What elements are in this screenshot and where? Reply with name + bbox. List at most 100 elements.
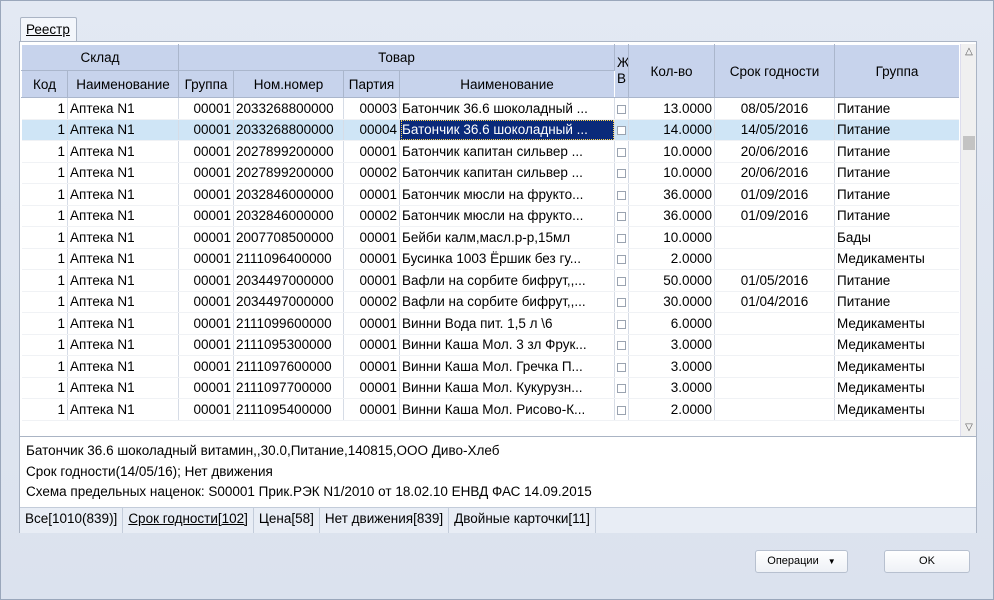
cell-zhv[interactable] [614, 312, 630, 335]
checkbox-zhv[interactable] [617, 319, 627, 329]
cell-zhv[interactable] [614, 377, 630, 399]
cell-group[interactable]: Медикаменты [834, 248, 959, 270]
header-group-sklad[interactable]: Склад [21, 44, 180, 71]
header-zhv[interactable]: Ж В [614, 44, 630, 98]
cell-srok[interactable] [714, 312, 836, 335]
cell-qty[interactable]: 3.0000 [628, 334, 716, 356]
cell-sklad[interactable]: Аптека N1 [67, 140, 180, 163]
cell-partiya[interactable]: 00001 [343, 140, 401, 163]
cell-srok[interactable]: 20/06/2016 [714, 162, 836, 184]
cell-name[interactable]: Винни Вода пит. 1,5 л \6 [399, 312, 616, 335]
chevron-down-icon[interactable]: ▽ [961, 420, 977, 436]
cell-srok[interactable] [714, 398, 836, 421]
vertical-scrollbar[interactable]: △ ▽ [960, 44, 976, 436]
cell-srok[interactable]: 14/05/2016 [714, 119, 836, 141]
cell-sklad[interactable]: Аптека N1 [67, 162, 180, 184]
cell-zhv[interactable] [614, 248, 630, 270]
cell-partiya[interactable]: 00001 [343, 269, 401, 292]
cell-kod[interactable]: 1 [21, 269, 68, 292]
cell-srok[interactable]: 01/09/2016 [714, 183, 836, 206]
cell-kod[interactable]: 1 [21, 140, 68, 163]
cell-qty[interactable]: 3.0000 [628, 355, 716, 378]
cell-sklad[interactable]: Аптека N1 [67, 97, 180, 120]
cell-group[interactable]: Питание [834, 205, 959, 227]
cell-group[interactable]: Питание [834, 140, 959, 163]
cell-grp[interactable]: 00001 [178, 140, 235, 163]
header-kolvo[interactable]: Кол-во [628, 44, 716, 98]
cell-grp[interactable]: 00001 [178, 183, 235, 206]
checkbox-zhv[interactable] [617, 169, 627, 179]
table-row[interactable]: 1 Аптека N1 00001 2034497000000 00001 Вафли н… [21, 269, 959, 292]
cell-sklad[interactable]: Аптека N1 [67, 248, 180, 270]
cell-srok[interactable]: 01/09/2016 [714, 205, 836, 227]
table-row[interactable]: 1 Аптека N1 00001 2111097600000 00001 Винни К… [21, 355, 959, 378]
cell-zhv[interactable] [614, 226, 630, 249]
cell-nom[interactable]: 2111097700000 [233, 377, 345, 399]
header-naim-tovar[interactable]: Наименование [399, 70, 616, 98]
cell-zhv[interactable] [614, 140, 630, 163]
cell-partiya[interactable]: 00001 [343, 377, 401, 399]
cell-kod[interactable]: 1 [21, 334, 68, 356]
cell-partiya[interactable]: 00001 [343, 226, 401, 249]
cell-qty[interactable]: 10.0000 [628, 162, 716, 184]
cell-grp[interactable]: 00001 [178, 226, 235, 249]
table-row[interactable]: 1 Аптека N1 00001 2032846000000 00001 Батончи… [21, 183, 959, 206]
cell-zhv[interactable] [614, 162, 630, 184]
cell-group[interactable]: Бады [834, 226, 959, 249]
cell-zhv[interactable] [614, 269, 630, 292]
cell-partiya[interactable]: 00001 [343, 312, 401, 335]
cell-name[interactable]: Винни Каша Мол. Кукурузн... [399, 377, 616, 399]
checkbox-zhv[interactable] [617, 126, 627, 136]
cell-srok[interactable]: 01/05/2016 [714, 269, 836, 292]
cell-kod[interactable]: 1 [21, 291, 68, 313]
cell-sklad[interactable]: Аптека N1 [67, 119, 180, 141]
cell-partiya[interactable]: 00001 [343, 248, 401, 270]
filter-tab-no-movement[interactable]: Нет движения[839] [320, 508, 450, 533]
cell-grp[interactable]: 00001 [178, 162, 235, 184]
cell-zhv[interactable] [614, 355, 630, 378]
registry-grid[interactable]: Склад Товар Ж В Кол-во Срок годности Гру… [21, 44, 959, 464]
cell-grp[interactable]: 00001 [178, 398, 235, 421]
cell-name[interactable]: Вафли на сорбите бифрут,,... [399, 291, 616, 313]
cell-nom[interactable]: 2032846000000 [233, 205, 345, 227]
cell-name[interactable]: Батончик 36.6 шоколадный ... [399, 97, 616, 120]
cell-qty[interactable]: 10.0000 [628, 226, 716, 249]
cell-sklad[interactable]: Аптека N1 [67, 269, 180, 292]
cell-zhv[interactable] [614, 183, 630, 206]
cell-kod[interactable]: 1 [21, 119, 68, 141]
checkbox-zhv[interactable] [617, 341, 627, 351]
cell-partiya[interactable]: 00002 [343, 162, 401, 184]
table-row[interactable]: 1 Аптека N1 00001 2007708500000 00001 Бейби к… [21, 226, 959, 249]
cell-qty[interactable]: 6.0000 [628, 312, 716, 335]
cell-name[interactable]: Батончик мюсли на фрукто... [399, 205, 616, 227]
cell-partiya[interactable]: 00001 [343, 355, 401, 378]
cell-group[interactable]: Питание [834, 119, 959, 141]
cell-kod[interactable]: 1 [21, 226, 68, 249]
cell-nom[interactable]: 2111095400000 [233, 398, 345, 421]
cell-group[interactable]: Питание [834, 183, 959, 206]
cell-sklad[interactable]: Аптека N1 [67, 183, 180, 206]
cell-group[interactable]: Питание [834, 97, 959, 120]
cell-grp[interactable]: 00001 [178, 312, 235, 335]
header-nom-nomer[interactable]: Ном.номер [233, 70, 345, 98]
cell-zhv[interactable] [614, 205, 630, 227]
scroll-thumb[interactable] [963, 136, 975, 150]
cell-kod[interactable]: 1 [21, 312, 68, 335]
table-row[interactable]: 1 Аптека N1 00001 2033268800000 00004 Батончи… [21, 119, 959, 141]
checkbox-zhv[interactable] [617, 405, 627, 415]
cell-kod[interactable]: 1 [21, 377, 68, 399]
cell-kod[interactable]: 1 [21, 398, 68, 421]
table-row[interactable]: 1 Аптека N1 00001 2111096400000 00001 Бусинка… [21, 248, 959, 270]
cell-sklad[interactable]: Аптека N1 [67, 291, 180, 313]
cell-srok[interactable]: 08/05/2016 [714, 97, 836, 120]
checkbox-zhv[interactable] [617, 276, 627, 286]
cell-qty[interactable]: 30.0000 [628, 291, 716, 313]
cell-group[interactable]: Медикаменты [834, 398, 959, 421]
cell-nom[interactable]: 2033268800000 [233, 97, 345, 120]
cell-grp[interactable]: 00001 [178, 334, 235, 356]
cell-nom[interactable]: 2111095300000 [233, 334, 345, 356]
ok-button[interactable]: OK [884, 550, 970, 573]
cell-zhv[interactable] [614, 119, 630, 141]
header-group-tovar[interactable]: Товар [178, 44, 616, 71]
cell-nom[interactable]: 2027899200000 [233, 140, 345, 163]
